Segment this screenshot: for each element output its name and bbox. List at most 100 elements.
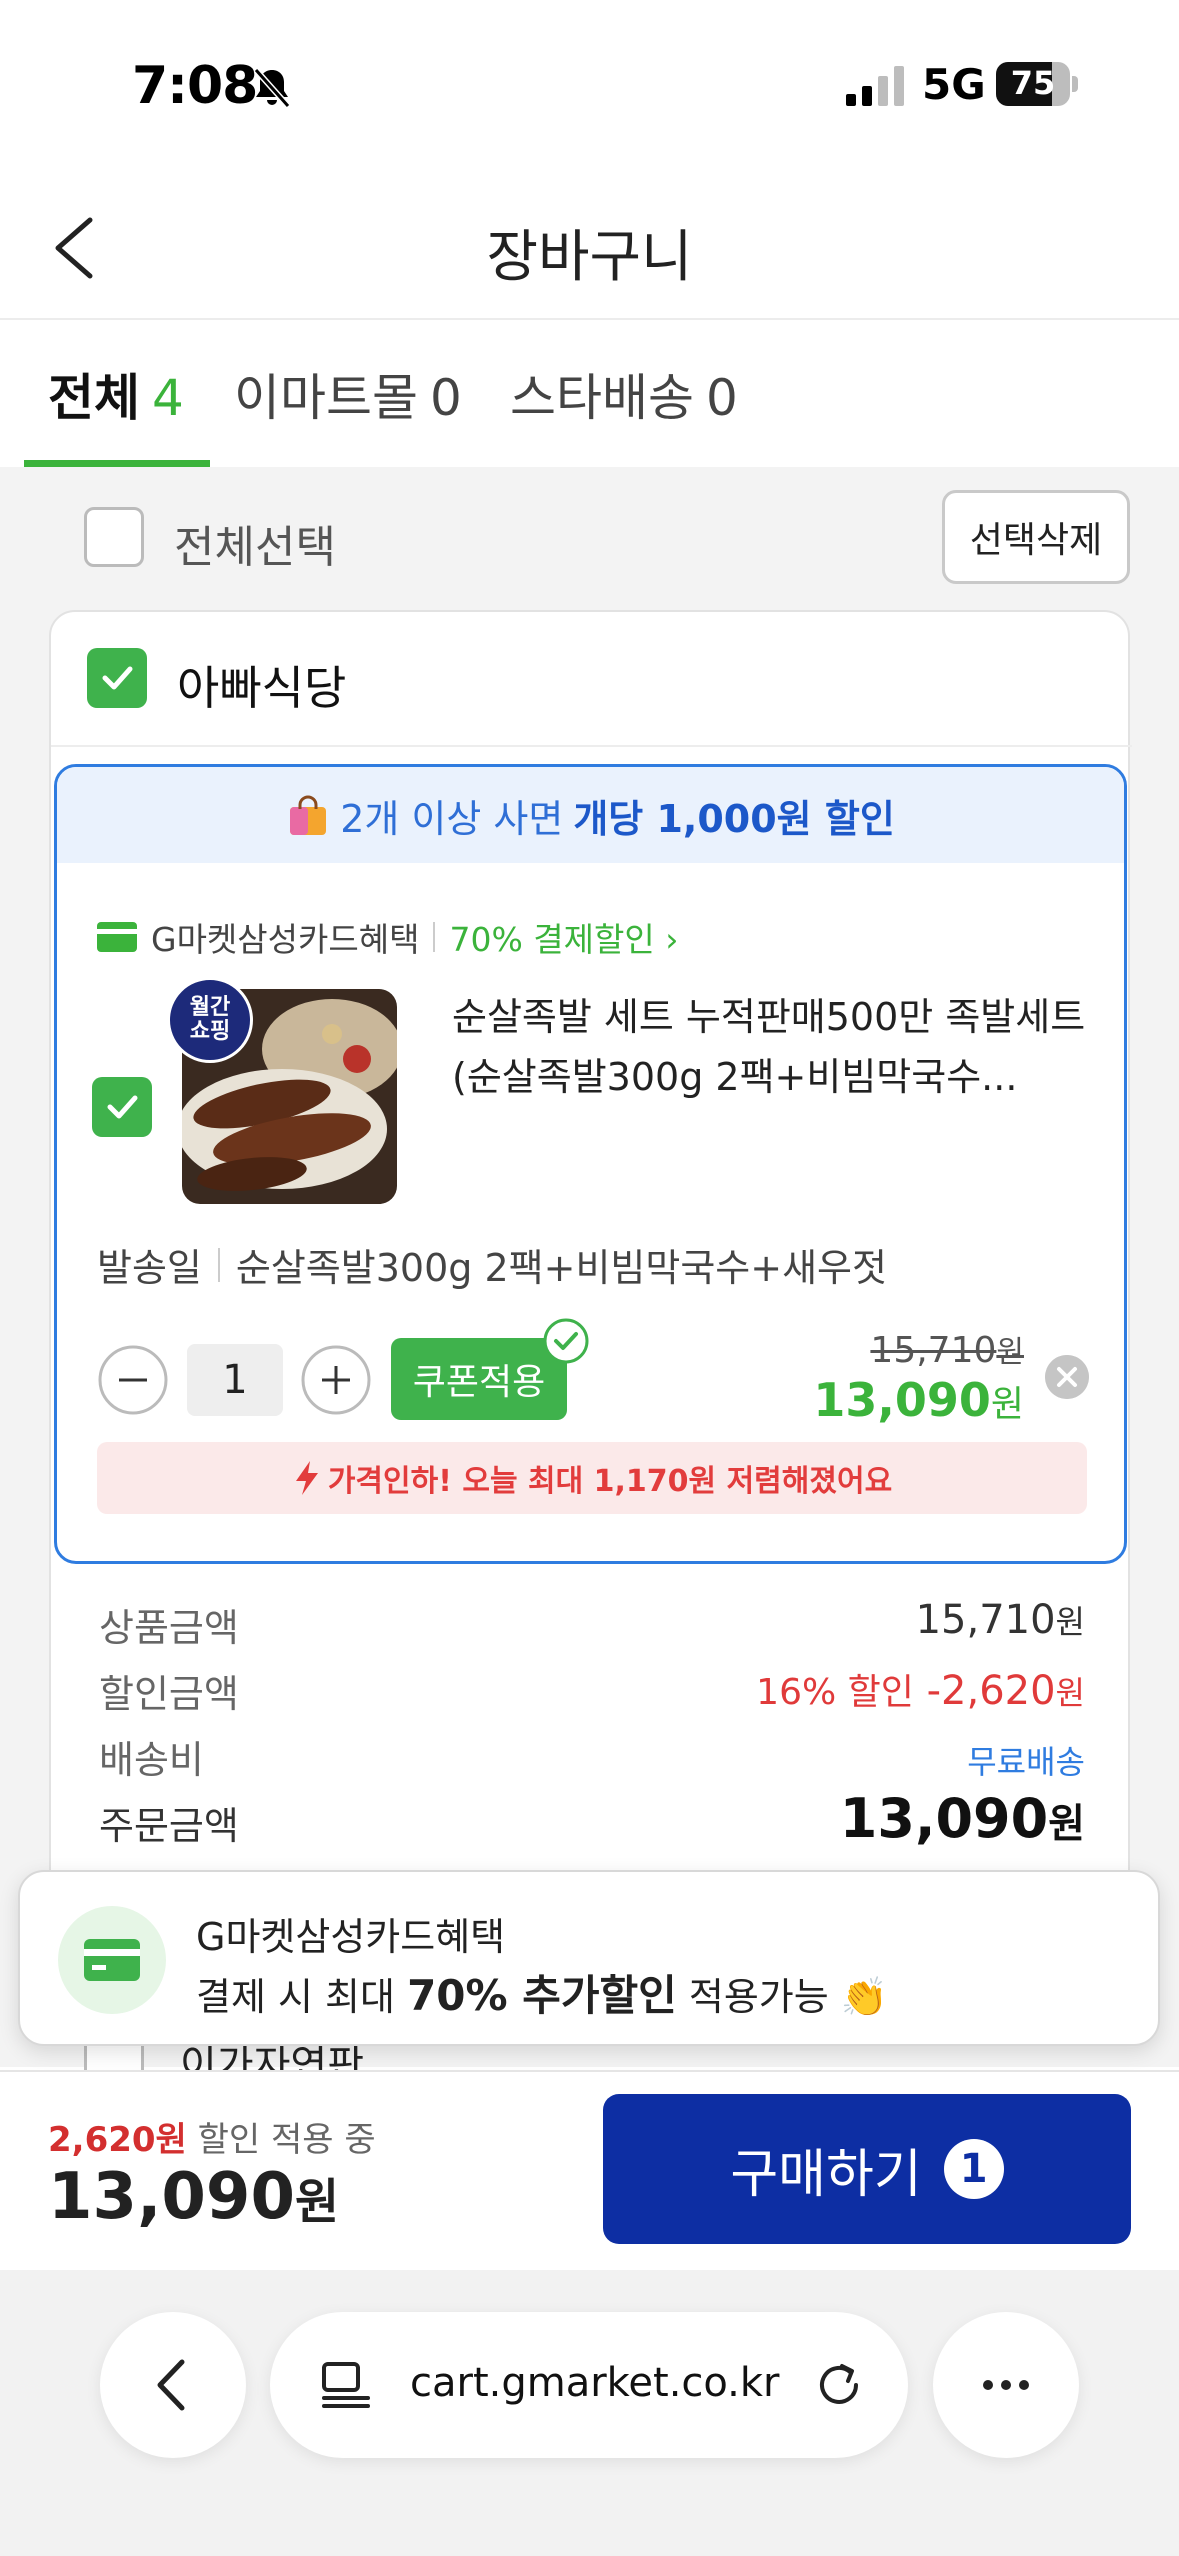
network-label: 5G	[922, 60, 986, 109]
shipping-value: 무료배송	[967, 1743, 1085, 1781]
monthly-shopping-badge: 월간 쇼핑	[167, 977, 253, 1063]
original-price: 15,710원	[870, 1327, 1024, 1371]
cart-content: 전체선택 선택삭제 아빠식당 2개 이상 사면 개당 1,000원 할인 G마켓…	[0, 467, 1179, 2067]
product-amount-value: 15,710원	[916, 1597, 1085, 1643]
signal-icon	[846, 66, 904, 106]
discount-note-suffix: 할인 적용 중	[197, 2120, 376, 2160]
won-unit: 원	[990, 1384, 1024, 1425]
url-text: cart.gmarket.co.kr	[410, 2360, 780, 2406]
order-amount-number: 13,090	[839, 1787, 1049, 1850]
product-title[interactable]: 순살족발 세트 누적판매500만 족발세트(순살족발300g 2팩+비빔막국수.…	[452, 987, 1092, 1107]
option-value: 순살족발300g 2팩+비빔막국수+새우젓	[235, 1246, 887, 1290]
order-amount-value: 13,090원	[840, 1787, 1085, 1850]
tab-count: 4	[152, 369, 184, 427]
cart-item-card: 2개 이상 사면 개당 1,000원 할인 G마켓삼성카드혜택 70% 결제할인…	[54, 764, 1127, 1564]
ellipsis-icon	[983, 2380, 1029, 2390]
total-price: 13,090원	[48, 2160, 339, 2234]
product-amount-label: 상품금액	[99, 1606, 239, 1650]
option-row: 발송일 순살족발300g 2팩+비빔막국수+새우젓	[97, 1237, 1097, 1292]
toast-body-post: 적용가능 👏	[688, 1975, 889, 2019]
delete-selected-button[interactable]: 선택삭제	[942, 490, 1130, 584]
tab-label: 전체	[48, 369, 140, 427]
badge-line-2: 쇼핑	[189, 1019, 231, 1044]
sale-price-value: 13,090	[813, 1373, 991, 1427]
discount-percent: 16% 할인	[756, 1672, 914, 1713]
status-bar: 7:08 5G 75	[0, 0, 1179, 170]
product-amount-number: 15,710	[915, 1597, 1056, 1643]
battery-level: 75	[1010, 64, 1056, 102]
check-icon	[107, 1095, 138, 1119]
discount-number: -2,620	[926, 1668, 1056, 1714]
more-options-button[interactable]	[933, 2312, 1079, 2458]
toast-body-pre: 결제 시 최대	[196, 1975, 395, 2019]
coupon-applied-check-icon	[543, 1318, 589, 1364]
item-checkbox[interactable]	[92, 1077, 152, 1137]
price-drop-banner: 가격인하! 오늘 최대 1,170원 저렴해졌어요	[97, 1442, 1087, 1514]
credit-card-icon	[97, 922, 137, 952]
store-name[interactable]: 아빠식당	[177, 652, 346, 718]
toast-body-bold: 70% 추가할인	[407, 1971, 677, 2020]
won-unit: 원	[996, 1335, 1024, 1370]
store-card: 아빠식당 2개 이상 사면 개당 1,000원 할인 G마켓삼성카드혜택 70%…	[49, 610, 1132, 2010]
status-time: 7:08	[132, 56, 258, 116]
discount-amount-value: 16% 할인 -2,620원	[756, 1663, 1085, 1715]
remove-item-icon[interactable]	[1045, 1355, 1089, 1399]
tab-label: 이마트몰	[234, 369, 418, 427]
quantity-minus-button[interactable]	[97, 1344, 169, 1416]
toast-title: G마켓삼성카드혜택	[196, 1915, 506, 1959]
sale-price: 13,090원	[813, 1373, 1024, 1427]
toast-body: 결제 시 최대 70% 추가할인 적용가능 👏	[196, 1962, 888, 2023]
store-header: 아빠식당	[51, 612, 1132, 747]
promo-text: 2개 이상 사면	[340, 796, 564, 841]
tab-label: 스타배송	[510, 369, 694, 427]
battery-icon: 75	[996, 62, 1078, 106]
quantity-value[interactable]: 1	[187, 1344, 283, 1416]
buy-count-badge: 1	[943, 2139, 1004, 2199]
buy-button[interactable]: 구매하기 1	[603, 2094, 1131, 2244]
tab-all[interactable]: 전체 4	[48, 358, 184, 430]
total-price-value: 13,090	[48, 2160, 295, 2234]
buy-button-label: 구매하기	[730, 2144, 922, 2205]
back-chevron-icon	[157, 2359, 185, 2411]
won-unit: 원	[1055, 1674, 1085, 1712]
quantity-promo-banner: 2개 이상 사면 개당 1,000원 할인	[57, 767, 1124, 863]
card-benefit-toast[interactable]: G마켓삼성카드혜택 결제 시 최대 70% 추가할인 적용가능 👏	[18, 1870, 1160, 2046]
bell-slash-icon	[253, 68, 291, 108]
card-benefit-row[interactable]: G마켓삼성카드혜택 70% 결제할인 ›	[97, 912, 678, 962]
toast-card-icon	[58, 1906, 166, 2014]
address-bar[interactable]: cart.gmarket.co.kr	[270, 2312, 908, 2458]
tab-count: 0	[430, 369, 462, 427]
won-unit: 원	[1055, 1603, 1085, 1641]
won-unit: 원	[1048, 1801, 1085, 1847]
price-drop-text: 가격인하! 오늘 최대 1,170원 저렴해졌어요	[327, 1464, 893, 1499]
tab-overview-icon	[322, 2362, 370, 2408]
option-label: 발송일	[97, 1246, 202, 1290]
card-benefit-offer: 70% 결제할인 ›	[449, 920, 679, 959]
order-summary: 상품금액 15,710원 할인금액 16% 할인 -2,620원 배송비 무료배…	[99, 1597, 1085, 1861]
browser-toolbar: cart.gmarket.co.kr	[0, 2270, 1179, 2556]
shipping-label: 배송비	[99, 1738, 204, 1782]
quantity-plus-button[interactable]	[300, 1344, 372, 1416]
select-all-checkbox[interactable]	[84, 507, 144, 567]
tab-bar: 전체 4 이마트몰 0 스타배송 0	[0, 322, 1179, 467]
page-title: 장바구니	[486, 225, 693, 290]
coupon-apply-button[interactable]: 쿠폰적용	[391, 1338, 567, 1420]
check-icon	[102, 666, 133, 690]
nav-bar: 장바구니	[0, 170, 1179, 320]
tab-emart-mall[interactable]: 이마트몰 0	[234, 358, 462, 430]
discount-note-amount: 2,620원	[48, 2120, 187, 2160]
browser-back-button[interactable]	[100, 2312, 246, 2458]
tab-star-delivery[interactable]: 스타배송 0	[510, 358, 738, 430]
promo-highlight: 개당 1,000원 할인	[573, 796, 895, 841]
select-all-label: 전체선택	[174, 522, 336, 573]
discount-amount-label: 할인금액	[99, 1672, 239, 1716]
lightning-icon	[295, 1461, 318, 1495]
card-benefit-name: G마켓삼성카드혜택	[151, 920, 420, 959]
shopping-bag-icon	[290, 795, 327, 835]
reload-icon[interactable]	[810, 2356, 868, 2414]
original-price-value: 15,710	[870, 1330, 997, 1371]
tab-count: 0	[706, 369, 738, 427]
order-amount-label: 주문금액	[99, 1804, 239, 1848]
store-checkbox[interactable]	[87, 648, 147, 708]
won-unit: 원	[294, 2174, 340, 2230]
